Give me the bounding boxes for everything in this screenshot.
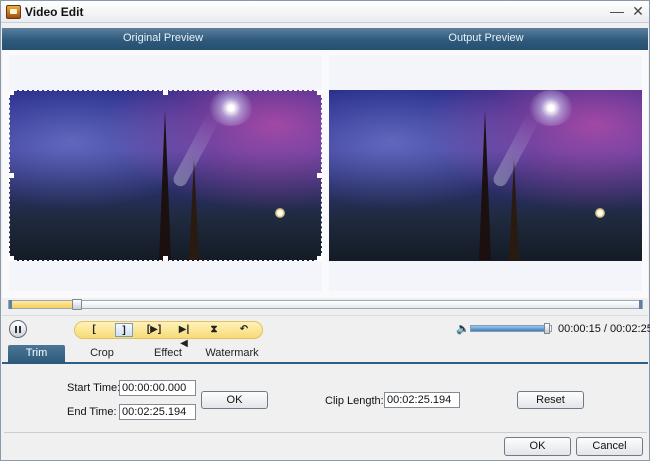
trim-end-marker[interactable] [639, 300, 642, 309]
time-readout: 00:00:15 / 00:02:25 [558, 323, 650, 335]
crop-handle-top-left[interactable] [9, 90, 14, 95]
clip-length-label: Clip Length: [325, 395, 384, 407]
original-video-frame[interactable] [9, 90, 322, 261]
current-time: 00:00:15 [558, 323, 601, 335]
play-selection-button[interactable]: [▶] [145, 323, 163, 337]
firework-burst [529, 90, 573, 126]
crop-handle-left[interactable] [9, 173, 14, 178]
output-preview-pane [329, 55, 642, 291]
original-preview-label: Original Preview [122, 32, 204, 44]
window-title: Video Edit [25, 5, 84, 19]
close-button[interactable]: ✕ [628, 2, 648, 21]
title-bar[interactable]: Video Edit — ✕ [1, 1, 649, 23]
speaker-icon[interactable]: 🔈 [456, 324, 470, 335]
output-video-frame [329, 90, 642, 261]
tab-watermark[interactable]: Watermark [202, 345, 262, 364]
clip-length-field [384, 392, 460, 408]
set-start-button[interactable]: [ [85, 323, 103, 337]
original-preview-pane [9, 55, 322, 291]
edit-tabs: Trim Crop Effect Watermark [2, 343, 648, 364]
tower-spire [479, 110, 491, 260]
tab-crop[interactable]: Crop [72, 345, 132, 364]
crop-handle-bottom[interactable] [163, 256, 168, 261]
merge-button[interactable]: ⧗ [205, 323, 223, 337]
tower-spire-small [509, 160, 519, 260]
volume-level [471, 326, 547, 331]
trim-panel: Start Time: End Time: OK Clip Length: Re… [4, 366, 647, 433]
time-separator: / [600, 323, 610, 335]
volume-slider[interactable] [470, 323, 552, 334]
trim-start-marker[interactable] [9, 300, 12, 309]
pause-icon[interactable] [9, 320, 27, 338]
volume-thumb[interactable] [544, 323, 550, 334]
firework-spark [595, 208, 605, 218]
dialog-footer: OK Cancel [2, 434, 648, 460]
reset-button[interactable]: Reset [517, 391, 584, 409]
timeline-thumb[interactable] [72, 299, 82, 310]
crop-handle-right[interactable] [317, 173, 322, 178]
set-end-button[interactable]: ] [115, 323, 133, 337]
preview-header: Original Preview Output Preview [2, 28, 648, 50]
undo-button[interactable]: ↶ [235, 323, 253, 337]
tab-effect[interactable]: Effect [138, 345, 198, 364]
crop-handle-top-right[interactable] [317, 90, 322, 95]
preview-area [2, 50, 648, 298]
split-button[interactable]: ▶|◀ [175, 323, 193, 349]
crop-frame[interactable] [9, 90, 322, 261]
end-time-label: End Time: [67, 406, 117, 418]
edit-tool-strip: [] [▶] ▶|◀ ⧗ ↶ [74, 321, 263, 349]
timeline-progress [9, 301, 72, 308]
playback-controls: [] [▶] ▶|◀ ⧗ ↶ 🔈 00:00:15 / 00:02:25 [2, 315, 650, 349]
total-time: 00:02:25 [610, 323, 650, 335]
crop-handle-bottom-left[interactable] [9, 256, 14, 261]
app-logo-icon [6, 5, 21, 19]
cancel-button[interactable]: Cancel [576, 437, 643, 456]
minimize-button[interactable]: — [607, 2, 627, 21]
start-time-label: Start Time: [67, 382, 121, 394]
crop-handle-top[interactable] [163, 90, 168, 95]
video-edit-window: Video Edit — ✕ Original Preview Output P… [0, 0, 650, 461]
start-time-input[interactable] [119, 380, 196, 396]
ok-button[interactable]: OK [504, 437, 571, 456]
crop-handle-bottom-right[interactable] [317, 256, 322, 261]
timeline-slider[interactable] [8, 299, 643, 310]
tab-trim[interactable]: Trim [8, 345, 65, 364]
trim-ok-button[interactable]: OK [201, 391, 268, 409]
end-time-input[interactable] [119, 404, 196, 420]
output-preview-label: Output Preview [448, 32, 524, 44]
